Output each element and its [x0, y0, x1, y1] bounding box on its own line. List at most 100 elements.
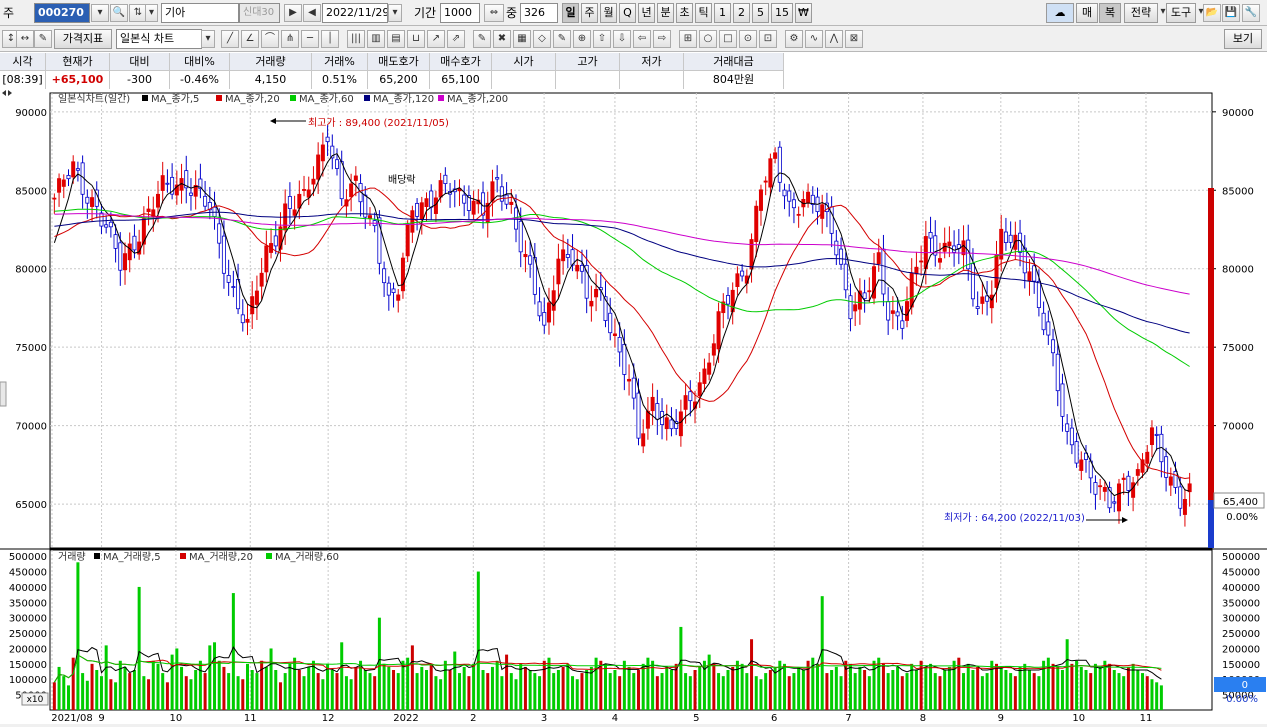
arrow-left-box-icon[interactable]: ⇦: [633, 30, 651, 48]
candle-body: [1135, 469, 1140, 476]
interval-button[interactable]: 2: [733, 3, 750, 23]
scroll-left-icon[interactable]: [2, 90, 6, 96]
volume-bar: [552, 673, 556, 710]
gann-grid-icon[interactable]: ▤: [387, 30, 405, 48]
settings-wrench-icon[interactable]: 🔧: [1242, 4, 1260, 22]
interval-button[interactable]: 틱: [695, 3, 712, 23]
peak-icon[interactable]: ⋀: [825, 30, 843, 48]
note-icon[interactable]: ✎: [553, 30, 571, 48]
parallel-arrow-icon[interactable]: ⇗: [447, 30, 465, 48]
volume-bar: [839, 676, 843, 710]
candle-body: [565, 254, 570, 258]
quote-header: 현재가: [46, 53, 110, 71]
cloud-icon[interactable]: ☁: [1046, 3, 1074, 23]
view-button[interactable]: 보기: [1224, 29, 1262, 49]
fan-icon[interactable]: ⋔: [281, 30, 299, 48]
arrow-up-icon[interactable]: ↗: [427, 30, 445, 48]
arrow-up-box-icon[interactable]: ⇧: [593, 30, 611, 48]
prev-play-icon[interactable]: ◀: [303, 4, 321, 22]
wave-icon[interactable]: ∿: [805, 30, 823, 48]
angle-line-icon[interactable]: ∠: [241, 30, 259, 48]
arc-icon[interactable]: ⌒: [261, 30, 279, 48]
horizontal-line-icon[interactable]: ─: [301, 30, 319, 48]
pattern-icon[interactable]: ▦: [513, 30, 531, 48]
price-volume-chart[interactable]: 90000 9000085000 8500080000 8000075000 75000…: [0, 90, 1267, 724]
interval-button[interactable]: 월: [600, 3, 617, 23]
volume-bar: [707, 654, 711, 710]
quote-header: 대비%: [170, 53, 230, 71]
grid-box-icon[interactable]: ⊞: [679, 30, 697, 48]
settings-icon[interactable]: ⚙: [785, 30, 803, 48]
duplicate-button[interactable]: 복: [1099, 3, 1121, 23]
trendline-icon[interactable]: ╱: [221, 30, 239, 48]
candle-body: [740, 270, 745, 277]
quote-value: 0.51%: [312, 71, 368, 89]
cycle-lines-icon[interactable]: |||: [347, 30, 365, 48]
close-box-icon[interactable]: ⊠: [845, 30, 863, 48]
stock-code-input[interactable]: 000270: [34, 3, 90, 23]
date-dropdown-icon[interactable]: ▾: [388, 4, 402, 22]
chart-type-dropdown-icon[interactable]: ▾: [201, 30, 215, 48]
edit-indicator-icon[interactable]: ✎: [34, 30, 52, 48]
horizontal-resize-icon[interactable]: ↔: [16, 30, 34, 48]
arrow-down-box-icon[interactable]: ⇩: [613, 30, 631, 48]
chart-type-select[interactable]: 일본식 차트: [116, 29, 202, 49]
volume-bar: [754, 676, 758, 710]
volume-bar: [434, 676, 438, 710]
volume-bar: [1117, 673, 1121, 710]
interval-button[interactable]: 1: [714, 3, 731, 23]
next-play-icon[interactable]: ▶: [284, 4, 302, 22]
strategy-button[interactable]: 전략: [1124, 3, 1158, 23]
candle-body: [306, 189, 311, 198]
interval-button[interactable]: 5: [752, 3, 769, 23]
candle-body: [259, 272, 264, 287]
interval-button[interactable]: 15: [771, 3, 793, 23]
volume-bar: [245, 663, 249, 710]
open-folder-icon[interactable]: 📂: [1203, 4, 1221, 22]
volume-bar: [486, 673, 490, 710]
fibonacci-icon[interactable]: ▥: [367, 30, 385, 48]
sort-dropdown-icon[interactable]: ▾: [145, 4, 158, 22]
zoom-input[interactable]: 326: [520, 3, 558, 23]
circle-tool-icon[interactable]: ○: [699, 30, 717, 48]
volume-bar: [1155, 682, 1159, 710]
tools-button[interactable]: 도구: [1166, 3, 1196, 23]
pen-icon[interactable]: ✎: [473, 30, 491, 48]
delete-drawing-icon[interactable]: ✖: [493, 30, 511, 48]
candle-body: [551, 290, 556, 311]
interval-button[interactable]: 일: [562, 3, 579, 23]
interval-button[interactable]: ₩: [795, 3, 812, 23]
rectangle-tool-icon[interactable]: □: [719, 30, 737, 48]
zoom-box-icon[interactable]: ⊡: [759, 30, 777, 48]
left-collapse-handle[interactable]: [0, 381, 7, 407]
interval-button[interactable]: 초: [676, 3, 693, 23]
crosshair-icon[interactable]: ⊕: [573, 30, 591, 48]
arrow-right-box-icon[interactable]: ⇨: [653, 30, 671, 48]
candle-body: [396, 294, 401, 301]
interval-button[interactable]: 주: [581, 3, 598, 23]
interval-button[interactable]: Q: [619, 3, 636, 23]
scroll-right-icon[interactable]: [8, 90, 12, 96]
magnify-icon[interactable]: ⊙: [739, 30, 757, 48]
vertical-line-icon[interactable]: │: [321, 30, 339, 48]
buy-sell-button[interactable]: 매: [1076, 3, 1098, 23]
save-icon[interactable]: 💾: [1222, 4, 1240, 22]
period-input[interactable]: 1000: [440, 3, 480, 23]
price-indicator-button[interactable]: 가격지표: [54, 29, 112, 49]
zoom-fit-icon[interactable]: ⇔: [484, 4, 504, 22]
volume-bar: [735, 660, 739, 710]
volume-bar: [768, 670, 772, 710]
interval-button[interactable]: 분: [657, 3, 674, 23]
volume-bar: [1004, 670, 1008, 710]
date-field[interactable]: 2022/11/29: [322, 3, 388, 23]
candle-body: [391, 288, 396, 293]
candle-body: [773, 152, 778, 159]
channel-icon[interactable]: ⊔: [407, 30, 425, 48]
code-dropdown-icon[interactable]: ▾: [91, 4, 109, 22]
stock-name-field[interactable]: 기아: [161, 3, 239, 23]
diamond-icon[interactable]: ◇: [533, 30, 551, 48]
interval-button[interactable]: 년: [638, 3, 655, 23]
search-icon[interactable]: 🔍: [110, 4, 128, 22]
volume-bar: [1098, 666, 1102, 710]
chart-area[interactable]: 90000 90000 85000 85000 80000 80000 75000 75000…: [0, 90, 1267, 724]
